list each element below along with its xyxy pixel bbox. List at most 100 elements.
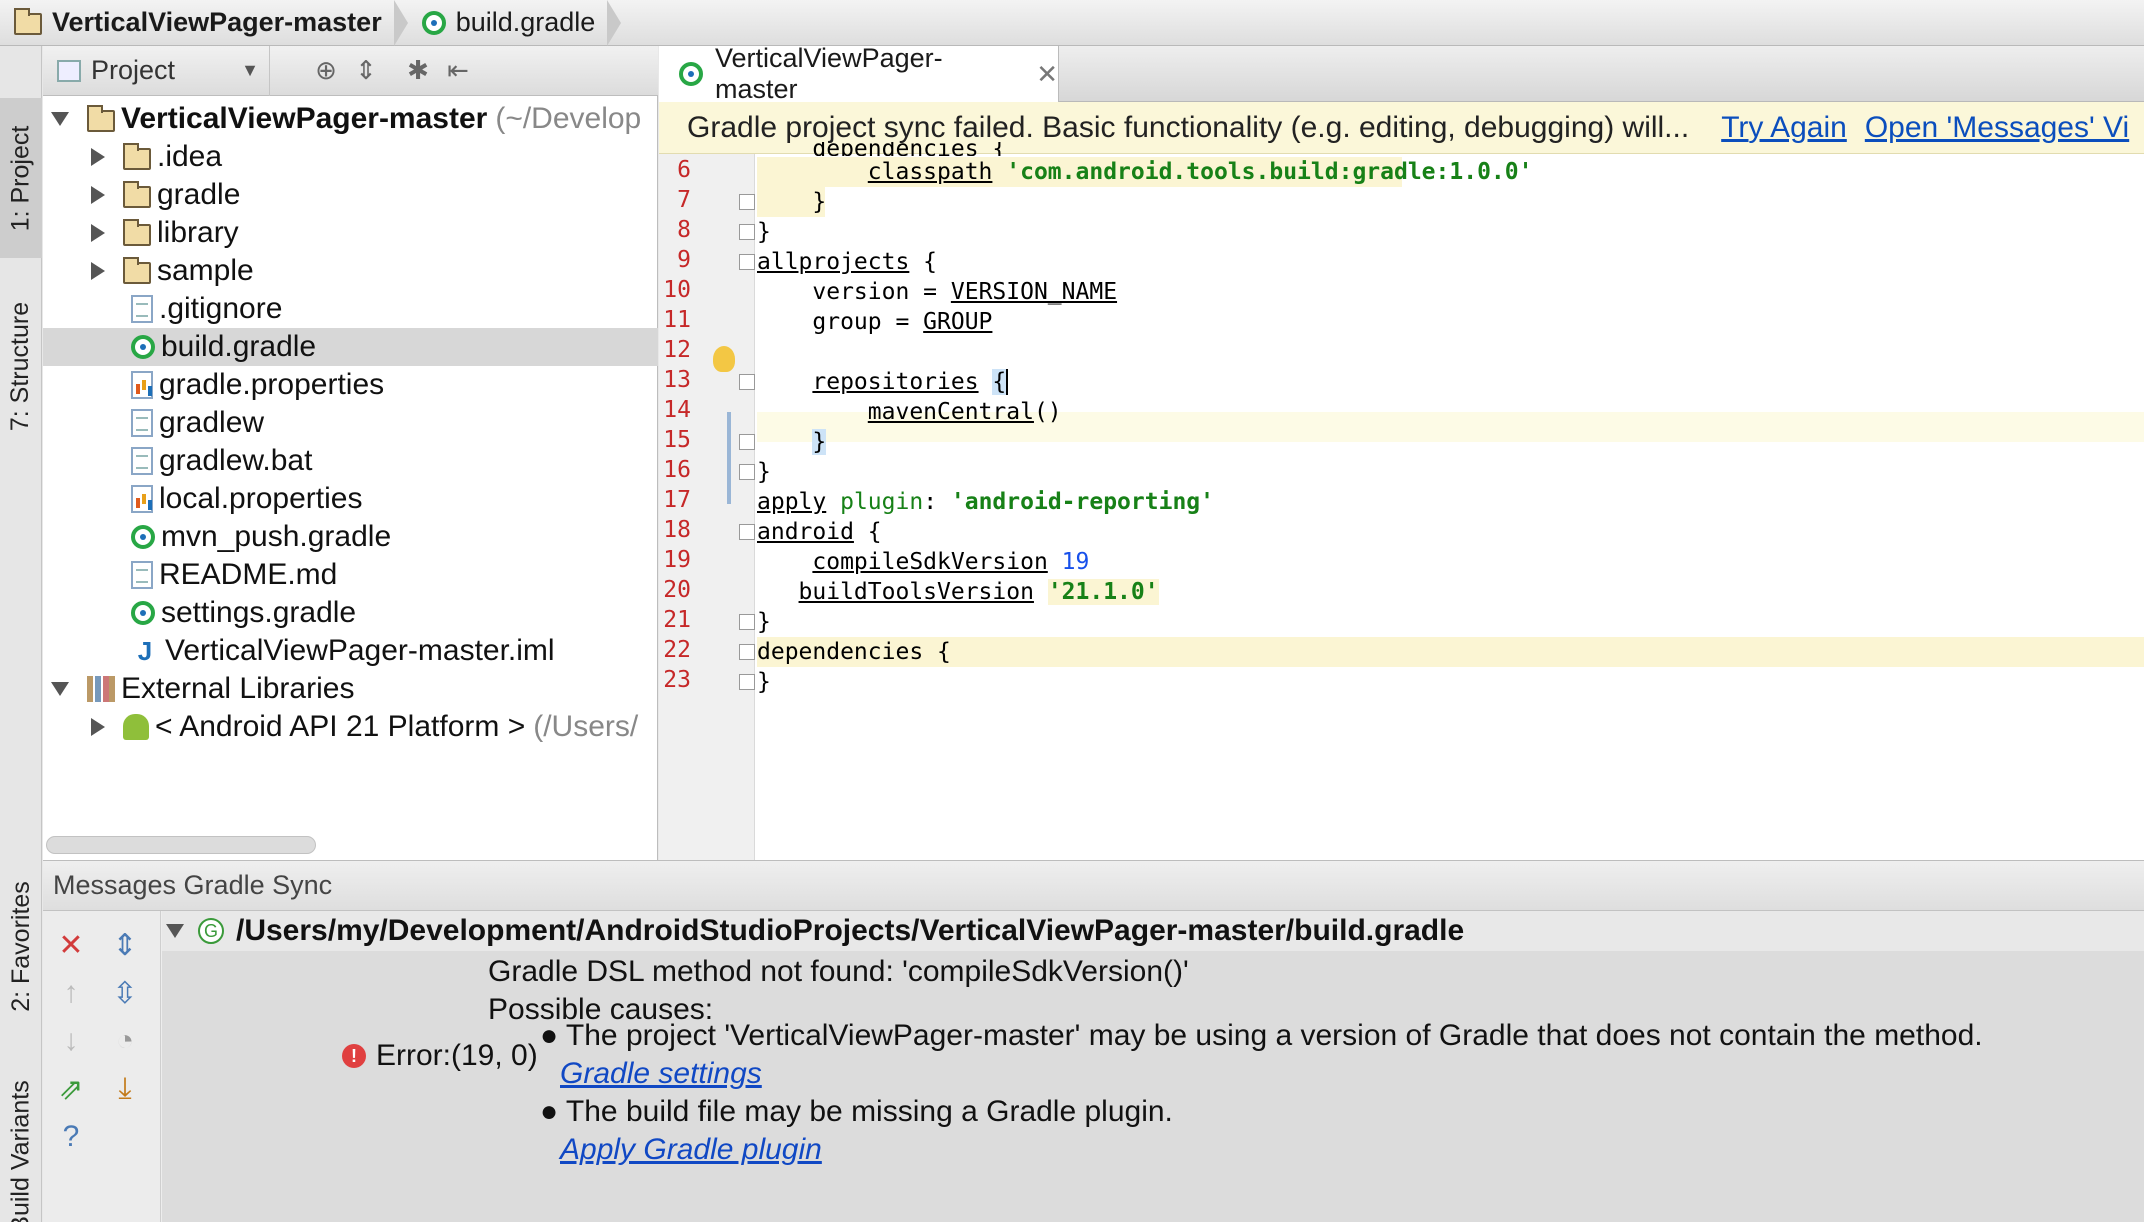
fold-marker-icon[interactable] bbox=[739, 434, 755, 450]
tree-item-settings-gradle[interactable]: settings.gradle bbox=[43, 594, 658, 632]
tree-item-gradle-properties[interactable]: gradle.properties bbox=[43, 366, 658, 404]
tree-item-iml[interactable]: J VerticalViewPager-master.iml bbox=[43, 632, 658, 670]
arrow-up-icon[interactable]: ↑ bbox=[51, 973, 91, 1013]
apply-gradle-plugin-link[interactable]: Apply Gradle plugin bbox=[560, 1133, 822, 1167]
tree-item-gradlew[interactable]: gradlew bbox=[43, 404, 658, 442]
error-location[interactable]: ! Error:(19, 0) bbox=[342, 1039, 538, 1073]
code-token: () bbox=[1033, 399, 1062, 425]
gear-icon[interactable]: ✱ bbox=[398, 51, 438, 91]
tree-item-path: (~/Develop bbox=[495, 102, 642, 135]
code-line-9: allprojects { bbox=[757, 247, 937, 277]
tree-item-gradle[interactable]: gradle bbox=[43, 176, 658, 214]
tool-tab-favorites[interactable]: 2: Favorites bbox=[0, 846, 42, 1046]
fold-marker-icon[interactable] bbox=[739, 194, 755, 210]
tree-item-android-platform[interactable]: < Android API 21 Platform > (/Users/ bbox=[43, 708, 658, 746]
open-messages-link[interactable]: Open 'Messages' Vi bbox=[1865, 111, 2129, 145]
code-token: compileSdkVersion bbox=[812, 549, 1048, 575]
fold-marker-icon[interactable] bbox=[739, 524, 755, 540]
folder-icon bbox=[123, 256, 151, 284]
fold-marker-icon[interactable] bbox=[739, 614, 755, 630]
locate-file-icon[interactable]: ⊕ bbox=[306, 51, 346, 91]
code-line-15: } bbox=[757, 427, 827, 457]
code-token: repositories bbox=[812, 369, 979, 395]
tree-item-gitignore[interactable]: .gitignore bbox=[43, 290, 658, 328]
tool-tab-build-variants[interactable]: Build Variants bbox=[0, 1056, 42, 1222]
tree-item-local-properties[interactable]: local.properties bbox=[43, 480, 658, 518]
code-line-21: } bbox=[757, 609, 771, 635]
hide-panel-icon[interactable]: ⇤ bbox=[438, 51, 478, 91]
fold-marker-icon[interactable] bbox=[739, 224, 755, 240]
tree-item-label: library bbox=[157, 216, 239, 249]
gradle-file-icon bbox=[421, 10, 446, 35]
line-number: 22 bbox=[663, 637, 691, 663]
code-line-10: version = VERSION_NAME bbox=[757, 277, 1117, 307]
code-line-18: android { bbox=[757, 517, 882, 547]
code-line-22: dependencies { bbox=[757, 637, 2144, 667]
tree-item-idea[interactable]: .idea bbox=[43, 138, 658, 176]
fold-marker-icon[interactable] bbox=[739, 374, 755, 390]
tree-item-readme[interactable]: README.md bbox=[43, 556, 658, 594]
tree-item-build-gradle[interactable]: build.gradle bbox=[43, 328, 658, 366]
tool-tab-structure[interactable]: 7: Structure bbox=[0, 266, 42, 466]
breadcrumb-project-label: VerticalViewPager-master bbox=[52, 7, 382, 37]
collapse-all-icon[interactable]: ⇕ bbox=[346, 51, 386, 91]
error-location-label: Error:(19, 0) bbox=[376, 1039, 538, 1072]
module-folder-icon bbox=[87, 104, 115, 132]
code-line-7: } bbox=[757, 187, 827, 217]
line-number: 15 bbox=[663, 427, 691, 453]
tool-tab-build-variants-label: Build Variants bbox=[6, 1079, 35, 1222]
tree-item-sample[interactable]: sample bbox=[43, 252, 658, 290]
try-again-link[interactable]: Try Again bbox=[1721, 111, 1847, 145]
editor-tab-bar: VerticalViewPager-master ✕ bbox=[659, 43, 2144, 104]
breadcrumb-file[interactable]: build.gradle bbox=[408, 0, 622, 46]
collapse-all-icon[interactable]: ⇳ bbox=[105, 973, 145, 1013]
horizontal-scrollbar[interactable] bbox=[46, 836, 316, 854]
fold-marker-icon[interactable] bbox=[739, 674, 755, 690]
breadcrumb-project[interactable]: VerticalViewPager-master bbox=[0, 0, 408, 46]
export-icon[interactable]: ⇗ bbox=[51, 1069, 91, 1109]
fold-marker-icon[interactable] bbox=[739, 644, 755, 660]
collapsed-arrow-icon bbox=[91, 718, 105, 736]
banner-message: Gradle project sync failed. Basic functi… bbox=[687, 110, 1690, 144]
help-icon[interactable]: ? bbox=[51, 1117, 91, 1157]
collapsed-arrow-icon bbox=[91, 186, 105, 204]
code-line-16: } bbox=[757, 459, 771, 485]
gradle-settings-link[interactable]: Gradle settings bbox=[560, 1057, 762, 1091]
code-token: { bbox=[909, 249, 938, 275]
code-string: '21.1.0' bbox=[1047, 579, 1159, 605]
tree-item-root[interactable]: VerticalViewPager-master (~/Develop bbox=[43, 100, 658, 138]
download-icon[interactable]: ⤓ bbox=[105, 1069, 145, 1109]
lightbulb-icon[interactable] bbox=[713, 346, 735, 372]
expand-all-icon[interactable]: ⇕ bbox=[105, 925, 145, 965]
fold-marker-icon[interactable] bbox=[739, 464, 755, 480]
code-line-23: } bbox=[757, 669, 771, 695]
arrow-down-icon[interactable]: ↓ bbox=[51, 1021, 91, 1061]
filter-warnings-icon[interactable]: ◔ bbox=[105, 1021, 145, 1061]
tool-tab-project-label: 1: Project bbox=[6, 125, 35, 231]
fold-marker-icon[interactable] bbox=[739, 254, 755, 270]
text-file-icon bbox=[131, 561, 153, 589]
tree-item-mvn-push-gradle[interactable]: mvn_push.gradle bbox=[43, 518, 658, 556]
collapsed-arrow-icon bbox=[91, 148, 105, 166]
code-string: 'android-reporting' bbox=[950, 489, 1214, 515]
code-line-17: apply plugin: 'android-reporting' bbox=[757, 487, 1214, 517]
tree-item-label: gradlew bbox=[159, 406, 265, 439]
code-token: apply bbox=[757, 489, 827, 515]
code-line-19: compileSdkVersion 19 bbox=[757, 547, 1089, 577]
properties-file-icon bbox=[131, 371, 153, 399]
tree-item-gradlew-bat[interactable]: gradlew.bat bbox=[43, 442, 658, 480]
tool-tab-project[interactable]: 1: Project bbox=[0, 98, 42, 258]
close-icon[interactable]: ✕ bbox=[51, 925, 91, 965]
tree-item-library[interactable]: library bbox=[43, 214, 658, 252]
project-view-selector[interactable]: Project ▼ bbox=[43, 45, 270, 96]
code-line-13: repositories { bbox=[757, 367, 1009, 397]
line-number: 11 bbox=[663, 307, 691, 333]
close-icon[interactable]: ✕ bbox=[1036, 59, 1058, 90]
tree-item-external-libraries[interactable]: External Libraries bbox=[43, 670, 658, 708]
message-file-row[interactable]: G /Users/my/Development/AndroidStudioPro… bbox=[162, 911, 2144, 951]
project-view-icon bbox=[57, 59, 81, 82]
editor-tab[interactable]: VerticalViewPager-master ✕ bbox=[659, 43, 1059, 104]
